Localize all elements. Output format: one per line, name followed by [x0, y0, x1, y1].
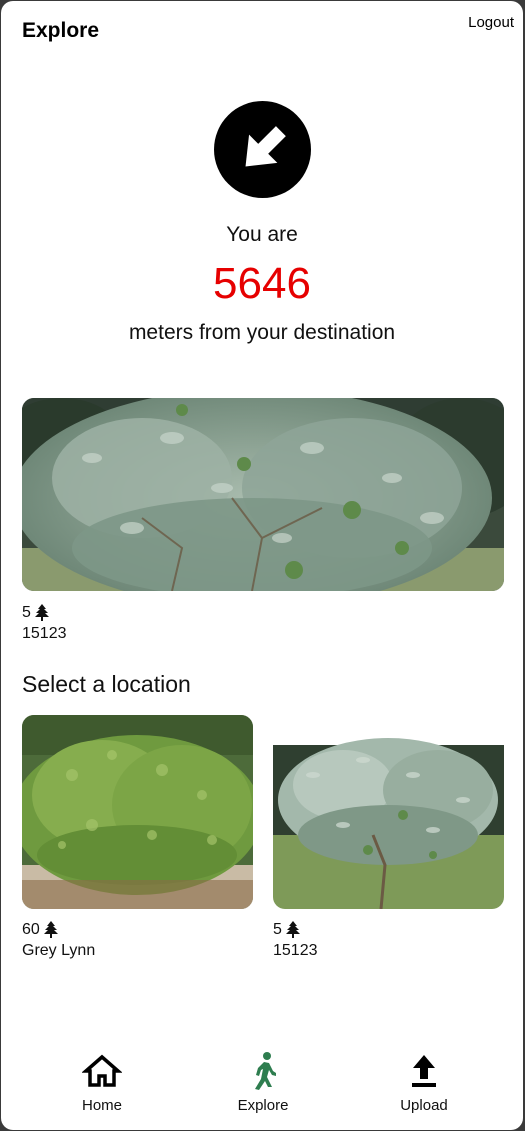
- tree-icon: [43, 921, 58, 938]
- nav-label: Home: [81, 1097, 122, 1114]
- bottom-nav: Home Explore Upload: [1, 1041, 523, 1130]
- location-meta: 60 Grey Lynn: [22, 919, 253, 961]
- nav-home[interactable]: Home: [42, 1051, 162, 1114]
- location-card[interactable]: 5 15123: [273, 715, 504, 961]
- nav-explore[interactable]: Explore: [203, 1051, 323, 1114]
- section-title: Select a location: [22, 671, 191, 697]
- arrow-down-right-icon: [214, 101, 311, 198]
- tree-icon: [285, 921, 300, 938]
- upload-icon: [412, 1055, 436, 1087]
- location-photo: [273, 715, 504, 909]
- nav-label: Upload: [400, 1097, 448, 1114]
- nav-label: Explore: [237, 1097, 289, 1114]
- top-bar: Explore Logout: [1, 1, 523, 61]
- distance-suffix: meters from your destination: [128, 321, 396, 344]
- page-title: Explore: [22, 19, 100, 42]
- distance-prefix: You are: [226, 223, 298, 246]
- tree-icon: [34, 604, 49, 621]
- destination-name: 15123: [22, 625, 67, 642]
- nav-upload[interactable]: Upload: [364, 1051, 484, 1114]
- tree-count: 5: [273, 921, 282, 938]
- tree-count: 5: [22, 604, 31, 621]
- location-card[interactable]: 60 Grey Lynn: [22, 715, 253, 961]
- app-screen: Explore Logout You are 5646 meters from …: [1, 1, 523, 1130]
- walking-person-icon: [255, 1052, 276, 1090]
- home-icon: [82, 1054, 122, 1087]
- location-name: 15123: [273, 942, 318, 959]
- location-meta: 5 15123: [273, 919, 504, 961]
- destination-photo: [22, 398, 504, 591]
- location-name: Grey Lynn: [22, 942, 96, 959]
- logout-button[interactable]: Logout: [468, 14, 514, 31]
- destination-meta: 5 15123: [22, 602, 67, 644]
- distance-value: 5646: [213, 259, 311, 308]
- location-photo: [22, 715, 253, 909]
- tree-count: 60: [22, 921, 40, 938]
